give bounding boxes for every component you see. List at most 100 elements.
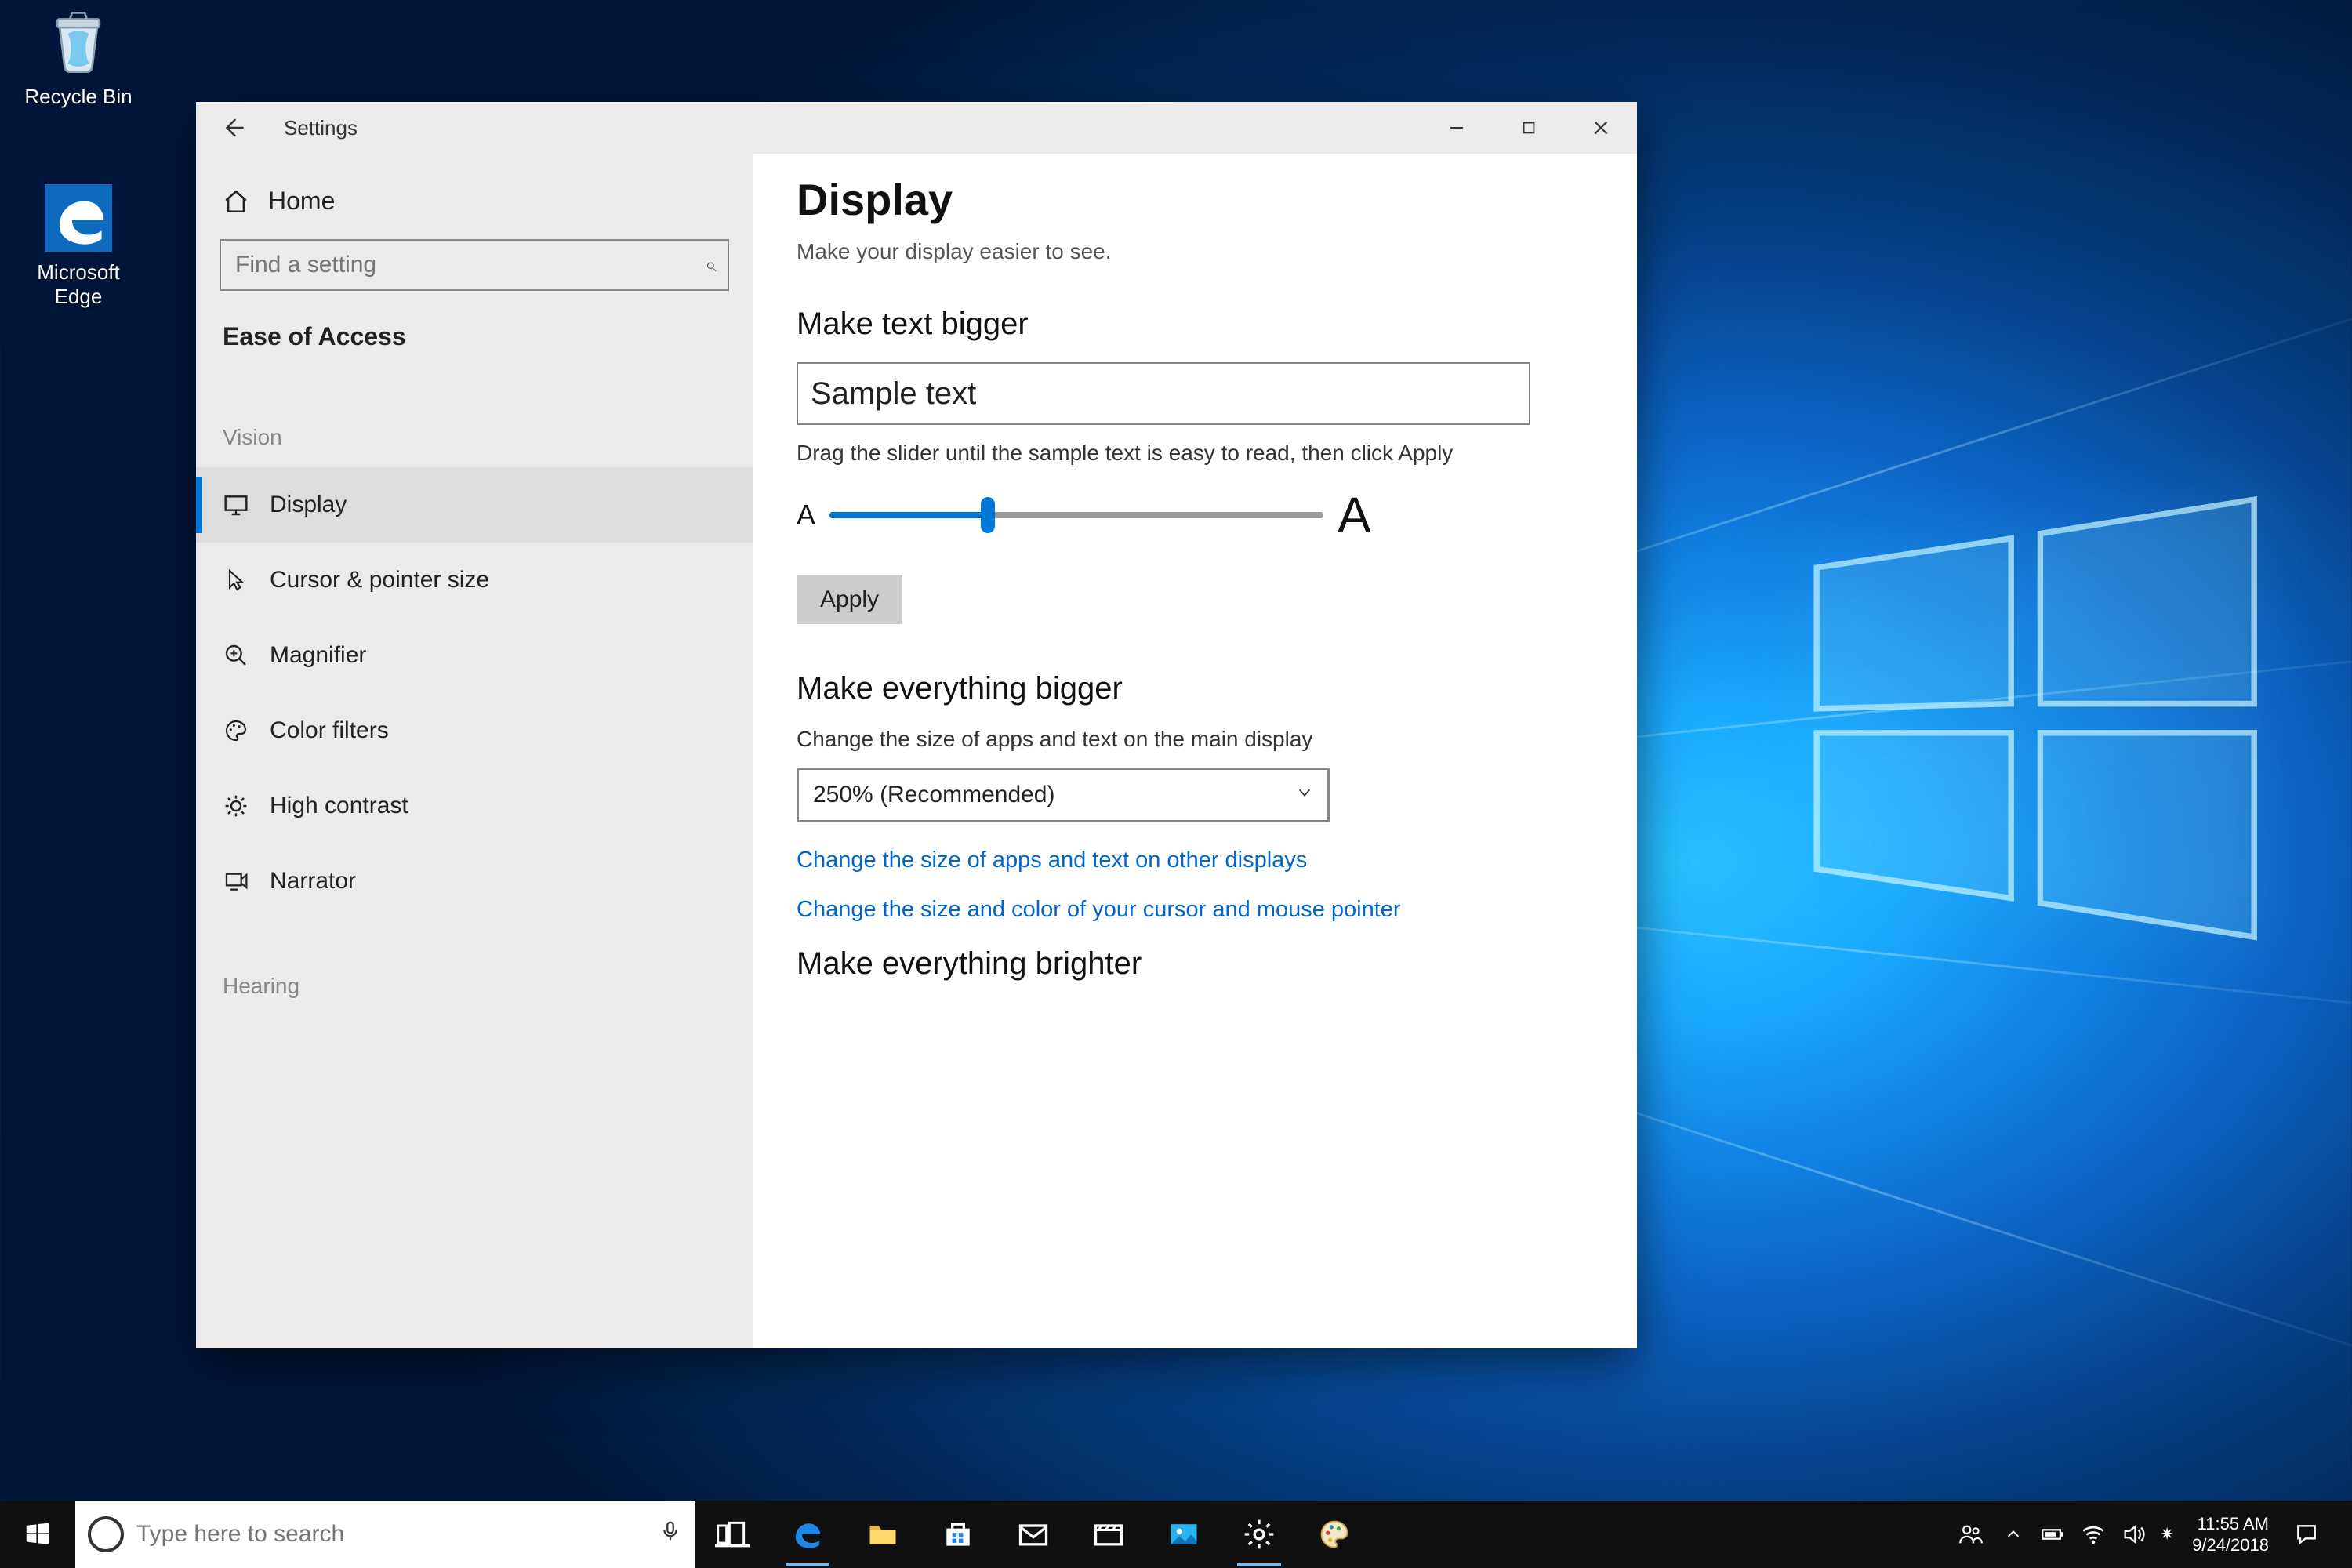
- mail-icon: [1016, 1517, 1051, 1552]
- taskbar-pinned: [695, 1501, 1372, 1568]
- nav-item-label: Narrator: [270, 868, 356, 895]
- nav-item-cursor[interactable]: Cursor & pointer size: [196, 543, 753, 618]
- desktop-icon-edge[interactable]: Microsoft Edge: [16, 180, 141, 309]
- link-cursor-settings[interactable]: Change the size and color of your cursor…: [797, 897, 1593, 923]
- narrator-icon: [223, 869, 249, 894]
- link-other-displays[interactable]: Change the size of apps and text on othe…: [797, 848, 1593, 873]
- cursor-icon: [223, 568, 249, 593]
- desktop-icon-recycle-bin[interactable]: Recycle Bin: [16, 5, 141, 109]
- settings-search-input[interactable]: [235, 252, 705, 278]
- tray-battery[interactable]: [2035, 1501, 2070, 1568]
- edge-icon: [790, 1517, 825, 1552]
- taskbar-clock[interactable]: 11:55 AM 9/24/2018: [2183, 1513, 2278, 1556]
- nav-home-label: Home: [268, 187, 335, 216]
- nav-item-display[interactable]: Display: [196, 467, 753, 543]
- dropdown-value: 250% (Recommended): [813, 782, 1054, 808]
- nav-item-color-filters[interactable]: Color filters: [196, 693, 753, 768]
- tray-location-indicator[interactable]: ✷: [2158, 1501, 2176, 1568]
- minimize-icon: [1447, 118, 1466, 137]
- monitor-icon: [223, 492, 249, 517]
- action-center-button[interactable]: [2285, 1522, 2328, 1547]
- apply-button-label: Apply: [820, 586, 879, 612]
- apply-button[interactable]: Apply: [797, 575, 902, 624]
- close-icon: [1591, 118, 1611, 138]
- settings-content: Display Make your display easier to see.…: [753, 154, 1637, 1348]
- taskbar-app-paint[interactable]: [1297, 1501, 1372, 1568]
- nav-item-label: Color filters: [270, 717, 389, 744]
- settings-window: Settings Home ⌕ Ease of Access Vision: [196, 102, 1637, 1348]
- taskbar-app-file-explorer[interactable]: [845, 1501, 920, 1568]
- taskbar: ✷ 11:55 AM 9/24/2018: [0, 1501, 2352, 1568]
- paint-icon: [1317, 1517, 1352, 1552]
- maximize-button[interactable]: [1493, 102, 1565, 154]
- clock-date: 9/24/2018: [2192, 1534, 2269, 1556]
- start-button[interactable]: [0, 1501, 75, 1568]
- battery-icon: [2039, 1521, 2066, 1548]
- page-subtitle: Make your display easier to see.: [797, 239, 1593, 264]
- gear-icon: [1242, 1517, 1276, 1552]
- microphone-icon[interactable]: [659, 1519, 682, 1549]
- close-button[interactable]: [1565, 102, 1637, 154]
- chevron-down-icon: [1296, 784, 1313, 807]
- clock-time: 11:55 AM: [2198, 1513, 2269, 1535]
- settings-sidebar: Home ⌕ Ease of Access Vision Display Cur…: [196, 154, 753, 1348]
- cortana-icon: [88, 1516, 124, 1552]
- magnifier-icon: [223, 643, 249, 668]
- task-view-icon: [715, 1517, 750, 1552]
- nav-item-label: Cursor & pointer size: [270, 567, 489, 593]
- minimize-button[interactable]: [1421, 102, 1493, 154]
- taskbar-app-edge[interactable]: [770, 1501, 845, 1568]
- scale-description: Change the size of apps and text on the …: [797, 727, 1593, 752]
- taskbar-app-photos[interactable]: [1146, 1501, 1221, 1568]
- taskbar-app-mail[interactable]: [996, 1501, 1071, 1568]
- palette-icon: [223, 718, 249, 743]
- background-windows-logo: [1756, 470, 2305, 956]
- slider-help-text: Drag the slider until the sample text is…: [797, 441, 1593, 466]
- nav-item-magnifier[interactable]: Magnifier: [196, 618, 753, 693]
- volume-icon: [2121, 1521, 2147, 1548]
- sidebar-category: Ease of Access: [220, 319, 729, 370]
- text-size-slider[interactable]: [829, 512, 1323, 518]
- tray-volume[interactable]: [2117, 1501, 2151, 1568]
- nav-home[interactable]: Home: [220, 176, 729, 239]
- taskbar-search-input[interactable]: [136, 1521, 646, 1548]
- taskbar-app-movies[interactable]: [1071, 1501, 1146, 1568]
- tray-overflow[interactable]: [1998, 1501, 2029, 1568]
- notification-icon: [2294, 1522, 2319, 1547]
- section-make-text-bigger: Make text bigger: [797, 307, 1593, 342]
- store-icon: [941, 1517, 975, 1552]
- back-button[interactable]: [215, 110, 251, 146]
- settings-search[interactable]: ⌕: [220, 239, 729, 291]
- recycle-bin-icon: [41, 5, 116, 80]
- taskbar-app-settings[interactable]: [1221, 1501, 1297, 1568]
- sidebar-group-vision: Vision: [220, 370, 729, 467]
- nav-item-label: High contrast: [270, 793, 408, 819]
- display-scale-dropdown[interactable]: 250% (Recommended): [797, 768, 1330, 822]
- desktop-icon-label: Recycle Bin: [16, 85, 141, 109]
- sidebar-nav-vision: Display Cursor & pointer size Magnifier …: [196, 467, 753, 919]
- nav-item-label: Display: [270, 492, 347, 518]
- nav-item-narrator[interactable]: Narrator: [196, 844, 753, 919]
- brightness-icon: [223, 793, 249, 818]
- home-icon: [223, 188, 249, 215]
- slider-fill: [829, 512, 988, 518]
- nav-item-high-contrast[interactable]: High contrast: [196, 768, 753, 844]
- system-tray: ✷ 11:55 AM 9/24/2018: [1940, 1501, 2352, 1568]
- page-title: Display: [797, 174, 1593, 225]
- slider-label-large: A: [1338, 486, 1371, 544]
- tray-wifi[interactable]: [2076, 1501, 2111, 1568]
- slider-thumb[interactable]: [981, 497, 995, 533]
- tray-people[interactable]: [1949, 1501, 1991, 1568]
- sidebar-group-hearing: Hearing: [220, 919, 729, 1016]
- text-size-slider-row: A A: [797, 486, 1593, 544]
- photos-icon: [1167, 1517, 1201, 1552]
- task-view-button[interactable]: [695, 1501, 770, 1568]
- windows-logo-icon: [23, 1519, 53, 1549]
- movies-icon: [1091, 1517, 1126, 1552]
- desktop-icon-label: Microsoft Edge: [16, 260, 141, 309]
- window-title: Settings: [284, 116, 358, 140]
- nav-item-label: Magnifier: [270, 642, 366, 669]
- people-icon: [1957, 1521, 1984, 1548]
- taskbar-app-store[interactable]: [920, 1501, 996, 1568]
- taskbar-search[interactable]: [75, 1501, 695, 1568]
